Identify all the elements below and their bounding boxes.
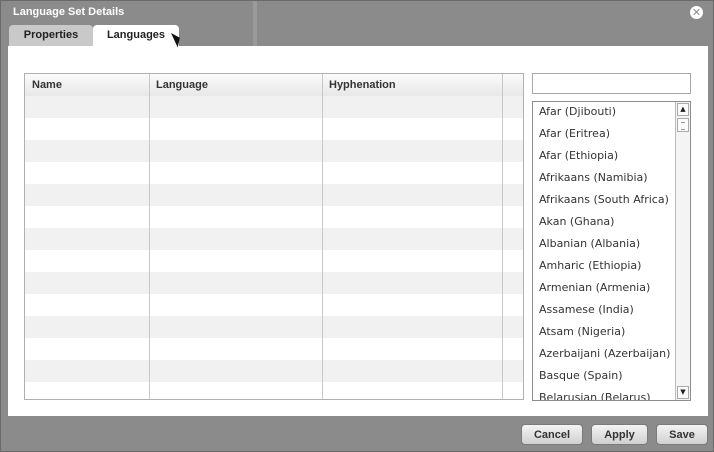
table-row[interactable] <box>25 382 523 399</box>
languages-panel: Name Language Hyphenation Afar (Djibouti… <box>8 46 708 416</box>
background-divider <box>253 1 257 47</box>
language-list-item[interactable]: Afar (Ethiopia) <box>539 149 618 162</box>
table-row[interactable] <box>25 360 523 382</box>
column-header-hyphenation[interactable]: Hyphenation <box>322 74 502 96</box>
close-icon[interactable]: ✕ <box>690 6 703 19</box>
table-row[interactable] <box>25 338 523 360</box>
language-list-item[interactable]: Akan (Ghana) <box>539 215 614 228</box>
column-divider <box>502 74 503 399</box>
scroll-down-arrow-icon[interactable]: ▼ <box>677 386 689 399</box>
column-header-language[interactable]: Language <box>149 74 322 96</box>
table-row[interactable] <box>25 96 523 118</box>
tab-languages[interactable]: Languages <box>93 25 179 47</box>
table-row[interactable] <box>25 272 523 294</box>
language-list-item[interactable]: Afrikaans (South Africa) <box>539 193 669 206</box>
language-list-item[interactable]: Assamese (India) <box>539 303 634 316</box>
table-row[interactable] <box>25 294 523 316</box>
language-set-dialog: Language Set Details ✕ Properties Langua… <box>0 0 714 452</box>
language-list-item[interactable]: Albanian (Albania) <box>539 237 640 250</box>
cancel-button[interactable]: Cancel <box>521 424 583 445</box>
table-row[interactable] <box>25 118 523 140</box>
language-list-item[interactable]: Afar (Djibouti) <box>539 105 616 118</box>
table-row[interactable] <box>25 162 523 184</box>
dialog-titlebar: Language Set Details ✕ <box>1 1 714 25</box>
apply-button[interactable]: Apply <box>591 424 648 445</box>
language-list-item[interactable]: Atsam (Nigeria) <box>539 325 625 338</box>
language-search-input[interactable] <box>532 73 691 94</box>
column-divider <box>149 74 150 399</box>
table-row[interactable] <box>25 228 523 250</box>
table-row[interactable] <box>25 184 523 206</box>
table-row[interactable] <box>25 206 523 228</box>
column-header-extra[interactable] <box>502 74 523 96</box>
scroll-up-arrow-icon[interactable]: ▲ <box>677 103 689 116</box>
save-button[interactable]: Save <box>656 424 708 445</box>
dialog-title: Language Set Details <box>13 6 125 18</box>
language-list-item[interactable]: Azerbaijani (Azerbaijan) <box>539 347 670 360</box>
language-list[interactable]: Afar (Djibouti) Afar (Eritrea) Afar (Ethio… <box>532 101 691 401</box>
table-header: Name Language Hyphenation <box>25 74 523 97</box>
column-divider <box>322 74 323 399</box>
language-list-scrollbar[interactable]: ▲ ▼ <box>675 102 690 400</box>
language-list-item[interactable]: Armenian (Armenia) <box>539 281 650 294</box>
scrollbar-thumb[interactable] <box>677 118 689 132</box>
table-row[interactable] <box>25 316 523 338</box>
language-list-item[interactable]: Afar (Eritrea) <box>539 127 610 140</box>
table-row[interactable] <box>25 140 523 162</box>
table-row[interactable] <box>25 250 523 272</box>
column-header-name[interactable]: Name <box>25 74 149 96</box>
language-table: Name Language Hyphenation <box>24 73 524 400</box>
language-list-item[interactable]: Amharic (Ethiopia) <box>539 259 641 272</box>
language-list-item[interactable]: Belarusian (Belarus) <box>539 391 651 400</box>
tab-properties[interactable]: Properties <box>9 25 93 46</box>
language-list-item[interactable]: Basque (Spain) <box>539 369 623 382</box>
language-list-item[interactable]: Afrikaans (Namibia) <box>539 171 648 184</box>
